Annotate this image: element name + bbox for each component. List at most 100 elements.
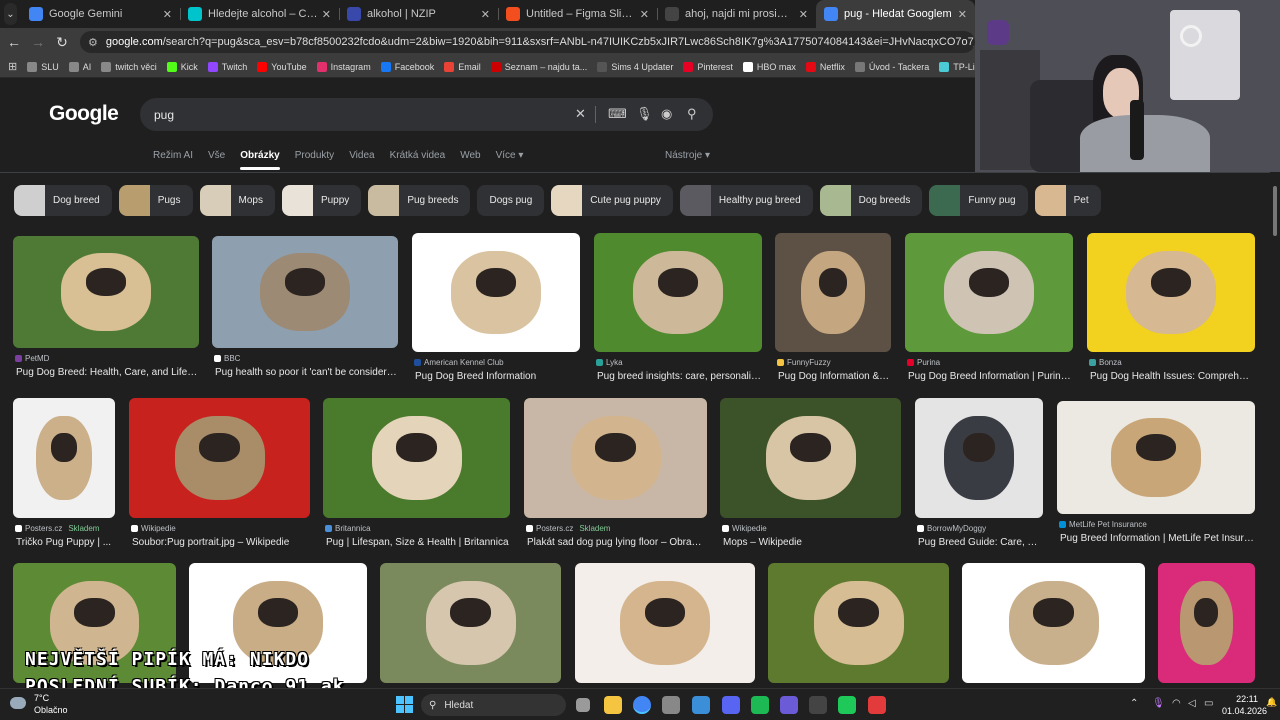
- browser-tab[interactable]: pug - Hledat Googlem ✕: [816, 0, 975, 28]
- bookmark-item[interactable]: Pinterest: [683, 61, 733, 72]
- bookmark-item[interactable]: AI: [68, 61, 91, 72]
- tab-close-icon[interactable]: ✕: [958, 8, 967, 21]
- related-chip[interactable]: Pugs: [118, 185, 193, 216]
- search-tab[interactable]: Režim AI: [153, 150, 193, 161]
- result-thumbnail[interactable]: [13, 236, 199, 348]
- discord-icon[interactable]: [722, 696, 740, 714]
- chrome-icon[interactable]: [633, 696, 651, 714]
- result-title[interactable]: Pug Dog Breed Information: [415, 371, 579, 382]
- search-tab[interactable]: Videa: [349, 150, 374, 161]
- spotify-icon[interactable]: [751, 696, 769, 714]
- clock[interactable]: 22:11 01.04.2026: [1222, 693, 1267, 717]
- result-thumbnail[interactable]: [720, 398, 901, 518]
- battery-icon[interactable]: ▭: [1204, 698, 1213, 709]
- obs-icon[interactable]: [809, 696, 827, 714]
- browser-tab[interactable]: Untitled – Figma Slides ✕: [498, 0, 657, 28]
- result-thumbnail[interactable]: [775, 233, 891, 352]
- tab-close-icon[interactable]: ✕: [163, 8, 172, 21]
- result-title[interactable]: Pug Breed Information | MetLife Pet Insu…: [1060, 533, 1254, 544]
- bookmark-item[interactable]: Instagram: [316, 61, 371, 72]
- weather-widget[interactable]: 7°C Oblačno: [34, 692, 68, 716]
- bookmark-item[interactable]: Email: [444, 61, 481, 72]
- result-source[interactable]: FunnyFuzzy: [777, 358, 831, 367]
- search-icon[interactable]: ⚲: [687, 106, 697, 122]
- result-source[interactable]: Britannica: [325, 524, 371, 533]
- related-chip[interactable]: Dog breed: [14, 185, 112, 216]
- result-thumbnail[interactable]: [323, 398, 510, 518]
- task-view-icon[interactable]: [576, 698, 590, 712]
- tab-close-icon[interactable]: ✕: [481, 8, 490, 21]
- back-button[interactable]: ←: [2, 34, 26, 50]
- bookmark-item[interactable]: Twitch: [207, 61, 247, 72]
- result-source[interactable]: American Kennel Club: [414, 358, 504, 367]
- result-thumbnail[interactable]: [412, 233, 580, 352]
- result-title[interactable]: Plakát sad dog pug lying floor – Obraz .…: [527, 537, 706, 548]
- search-tab[interactable]: Web: [460, 150, 480, 161]
- search-tab[interactable]: Obrázky: [240, 150, 281, 170]
- tab-close-icon[interactable]: ✕: [640, 8, 649, 21]
- result-thumbnail[interactable]: [962, 563, 1145, 683]
- app-red-icon[interactable]: [868, 696, 886, 714]
- result-thumbnail[interactable]: [594, 233, 762, 352]
- photos-icon[interactable]: [692, 696, 710, 714]
- related-chip[interactable]: Mops: [199, 185, 275, 216]
- result-title[interactable]: Pug Dog Breed Information | Purina...: [908, 371, 1072, 382]
- url-field[interactable]: ⚙ google.com/search?q=pug&sca_esv=b78cf8…: [80, 31, 975, 53]
- bookmark-item[interactable]: HBO max: [742, 61, 796, 72]
- result-thumbnail[interactable]: [575, 563, 755, 683]
- lens-camera-icon[interactable]: ◉: [661, 106, 672, 122]
- tools-button[interactable]: Nástroje ▾: [665, 150, 710, 161]
- volume-icon[interactable]: ◁: [1188, 698, 1196, 709]
- search-tab[interactable]: Krátká videa: [390, 150, 446, 161]
- result-title[interactable]: Pug Breed Guide: Care, Tr...: [918, 537, 1042, 548]
- result-source[interactable]: MetLife Pet Insurance: [1059, 520, 1147, 529]
- bookmark-item[interactable]: Úvod - Tackera: [854, 61, 929, 72]
- result-thumbnail[interactable]: [212, 236, 398, 348]
- result-thumbnail[interactable]: [13, 398, 115, 518]
- result-source[interactable]: PetMD: [15, 354, 49, 363]
- wifi-icon[interactable]: ◠: [1172, 698, 1181, 709]
- search-input[interactable]: pug: [154, 108, 174, 122]
- bookmark-item[interactable]: TP-Link TL-P: [939, 61, 975, 72]
- reload-button[interactable]: ↻: [50, 34, 74, 51]
- result-thumbnail[interactable]: [1158, 563, 1255, 683]
- related-chip[interactable]: Dogs pug: [477, 185, 545, 216]
- site-info-icon[interactable]: ⚙: [88, 36, 98, 49]
- result-title[interactable]: Pug Dog Health Issues: Comprehen...: [1090, 371, 1254, 382]
- taskbar-search[interactable]: ⚲ Hledat: [421, 694, 566, 716]
- bookmark-item[interactable]: YouTube: [257, 61, 307, 72]
- related-chip[interactable]: Pug breeds: [368, 185, 471, 216]
- related-chip[interactable]: Pet: [1034, 185, 1101, 216]
- file-explorer-icon[interactable]: [604, 696, 622, 714]
- result-source[interactable]: Bonza: [1089, 358, 1122, 367]
- apps-icon[interactable]: ⊞: [8, 60, 17, 73]
- related-chip[interactable]: Dog breeds: [819, 185, 923, 216]
- browser-tab[interactable]: Hledejte alcohol – Canva ✕: [180, 0, 339, 28]
- scrollbar-thumb[interactable]: [1273, 186, 1277, 236]
- search-box[interactable]: pug ✕ ⌨ 🎙 ◉ ⚲: [140, 98, 713, 131]
- result-thumbnail[interactable]: [915, 398, 1043, 518]
- related-chip[interactable]: Cute pug puppy: [551, 185, 673, 216]
- bookmark-item[interactable]: Sims 4 Updater: [597, 61, 673, 72]
- result-title[interactable]: Pug health so poor it 'can't be consider…: [215, 367, 397, 378]
- result-title[interactable]: Pug breed insights: care, personalit...: [597, 371, 761, 382]
- result-source[interactable]: BBC: [214, 354, 240, 363]
- bookmark-item[interactable]: Seznam – najdu ta...: [490, 61, 587, 72]
- result-source[interactable]: Posters.cz Skladem: [526, 524, 610, 533]
- result-thumbnail[interactable]: [380, 563, 561, 683]
- browser-tab[interactable]: alkohol | NZIP ✕: [339, 0, 498, 28]
- result-source[interactable]: Wikipedie: [722, 524, 767, 533]
- bookmark-item[interactable]: SLU: [27, 61, 59, 72]
- search-tab[interactable]: Vše: [208, 150, 225, 161]
- notification-icon[interactable]: 🔔: [1266, 697, 1277, 711]
- tab-close-icon[interactable]: ✕: [799, 8, 808, 21]
- tab-search-button[interactable]: ⌄: [4, 3, 17, 25]
- settings-icon[interactable]: [662, 696, 680, 714]
- clear-icon[interactable]: ✕: [575, 106, 586, 122]
- result-thumbnail[interactable]: [768, 563, 949, 683]
- keyboard-icon[interactable]: ⌨: [608, 106, 627, 122]
- tab-close-icon[interactable]: ✕: [322, 8, 331, 21]
- search-tab[interactable]: Produkty: [295, 150, 334, 161]
- app-green-icon[interactable]: [838, 696, 856, 714]
- related-chip[interactable]: Puppy: [281, 185, 362, 216]
